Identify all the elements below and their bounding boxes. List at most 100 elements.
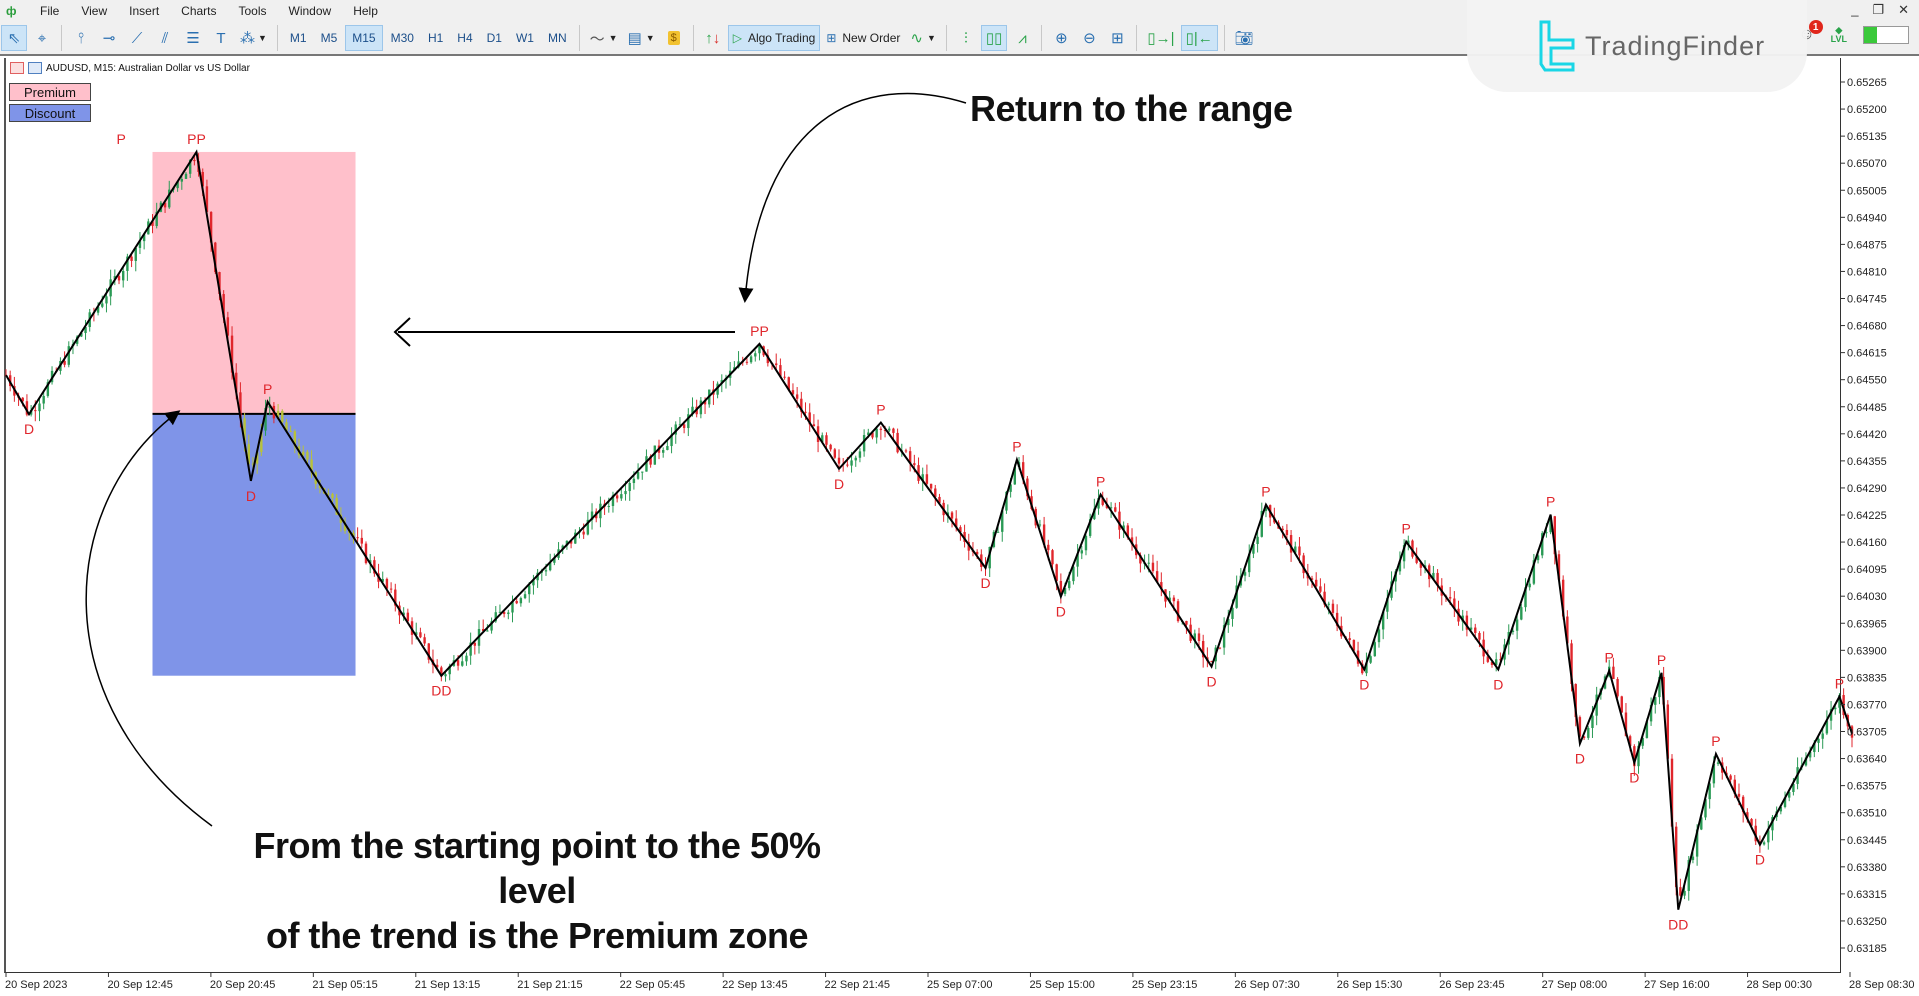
- candle-body: [833, 449, 837, 458]
- dip-label: D: [246, 488, 256, 504]
- premium-legend-button[interactable]: Premium: [9, 83, 91, 101]
- annotation-line-1: From the starting point to the 50% level: [253, 825, 821, 911]
- peak-label: PP: [750, 323, 769, 339]
- candle-body: [306, 451, 309, 460]
- candle-body: [1331, 603, 1335, 613]
- annotation-return-to-range: Return to the range: [970, 88, 1293, 129]
- candle-body: [996, 531, 1000, 533]
- symbol-header: AUDUSD, M15: Australian Dollar vs US Dol…: [10, 62, 250, 74]
- x-tick-label: 26 Sep 07:30: [1234, 979, 1299, 991]
- y-tick-label: 0.63575: [1847, 781, 1887, 793]
- candle-body: [892, 428, 895, 433]
- candle-body: [632, 478, 636, 484]
- candle-body: [1448, 597, 1452, 599]
- candle-body: [795, 394, 799, 399]
- chart-properties-icon: [28, 62, 42, 74]
- candle-body: [130, 256, 133, 261]
- dip-label: DD: [431, 683, 451, 699]
- candle-body: [636, 472, 640, 479]
- candle-body: [615, 495, 619, 499]
- candle-body: [1821, 733, 1824, 739]
- candle-body: [749, 356, 753, 363]
- chart-list-icon: [10, 62, 24, 74]
- candle-body: [745, 361, 749, 363]
- candle-body: [1151, 562, 1155, 572]
- dip-label: D: [1629, 770, 1639, 786]
- tradingfinder-logo-icon: [1539, 20, 1575, 72]
- premium-zone: [152, 151, 356, 414]
- candle-body: [829, 444, 832, 450]
- x-tick-label: 21 Sep 05:15: [312, 979, 377, 991]
- dip-label: D: [24, 421, 34, 437]
- candle-body: [582, 531, 585, 535]
- y-tick-label: 0.65135: [1847, 131, 1887, 143]
- candle-body: [1377, 629, 1381, 643]
- candle-body: [1176, 601, 1180, 622]
- candle-body: [1691, 856, 1695, 861]
- annotation-line-2: of the trend is the Premium zone: [265, 915, 809, 956]
- x-tick-label: 28 Sep 00:30: [1747, 979, 1812, 991]
- peak-label: P: [1402, 521, 1411, 537]
- candle-body: [1051, 550, 1054, 565]
- candle-body: [528, 585, 531, 595]
- candle-body: [699, 400, 703, 415]
- x-tick-label: 21 Sep 21:15: [517, 979, 582, 991]
- x-tick-label: 28 Sep 08:30: [1849, 979, 1914, 991]
- candle-body: [858, 451, 862, 458]
- candle-body: [624, 491, 627, 495]
- peak-label: P: [1711, 733, 1720, 749]
- candle-body: [607, 506, 610, 508]
- x-tick-label: 26 Sep 15:30: [1337, 979, 1402, 991]
- y-tick-label: 0.63185: [1847, 943, 1887, 955]
- candle-body: [1038, 524, 1042, 526]
- x-tick-label: 25 Sep 15:00: [1029, 979, 1094, 991]
- symbol-description: AUDUSD, M15: Australian Dollar vs US Dol…: [46, 62, 250, 74]
- candle-body: [1218, 647, 1222, 649]
- x-tick-label: 22 Sep 21:45: [825, 979, 890, 991]
- discount-legend-button[interactable]: Discount: [9, 104, 91, 122]
- candle-body: [1080, 550, 1083, 554]
- annotation-arrow-return: [738, 92, 967, 303]
- y-tick-label: 0.65070: [1847, 158, 1887, 170]
- y-tick-label: 0.63250: [1847, 916, 1887, 928]
- peak-label: P: [1096, 474, 1105, 490]
- candle-body: [1256, 536, 1259, 544]
- candle-body: [1327, 603, 1330, 605]
- candle-body: [1185, 620, 1188, 625]
- x-tick-label: 27 Sep 08:00: [1542, 979, 1607, 991]
- candle-body: [620, 494, 623, 499]
- candle-body: [507, 612, 510, 615]
- y-tick-label: 0.64420: [1847, 429, 1887, 441]
- y-tick-label: 0.64355: [1847, 456, 1887, 468]
- y-tick-label: 0.63445: [1847, 835, 1887, 847]
- y-tick-label: 0.63835: [1847, 672, 1887, 684]
- peak-label: P: [1012, 439, 1021, 455]
- dip-label: D: [1575, 751, 1585, 767]
- candle-body: [1478, 632, 1481, 640]
- tradingfinder-watermark: TradingFinder: [1467, 0, 1807, 92]
- candle-body: [1528, 583, 1531, 588]
- candle-body: [34, 410, 37, 412]
- dip-label: D: [1755, 852, 1765, 868]
- x-tick-label: 25 Sep 07:00: [927, 979, 992, 991]
- candle-body: [1084, 535, 1088, 551]
- peak-label: P: [116, 131, 125, 147]
- candle-body: [327, 493, 330, 495]
- y-tick-label: 0.64290: [1847, 483, 1887, 495]
- candle-body: [42, 395, 45, 404]
- candle-body: [1243, 572, 1247, 576]
- candle-body: [854, 457, 857, 461]
- candle-body: [1683, 890, 1686, 896]
- y-tick-label: 0.63705: [1847, 727, 1887, 739]
- candle-body: [1298, 546, 1301, 556]
- y-tick-label: 0.64160: [1847, 537, 1887, 549]
- candle-body: [419, 632, 422, 638]
- x-tick-label: 22 Sep 05:45: [620, 979, 685, 991]
- candle-body: [929, 483, 933, 489]
- candle-body: [888, 428, 891, 431]
- dip-label: D: [1206, 674, 1216, 690]
- y-tick-label: 0.65005: [1847, 185, 1887, 197]
- candle-body: [804, 411, 807, 413]
- y-tick-label: 0.64550: [1847, 375, 1887, 387]
- candle-body: [1319, 586, 1322, 592]
